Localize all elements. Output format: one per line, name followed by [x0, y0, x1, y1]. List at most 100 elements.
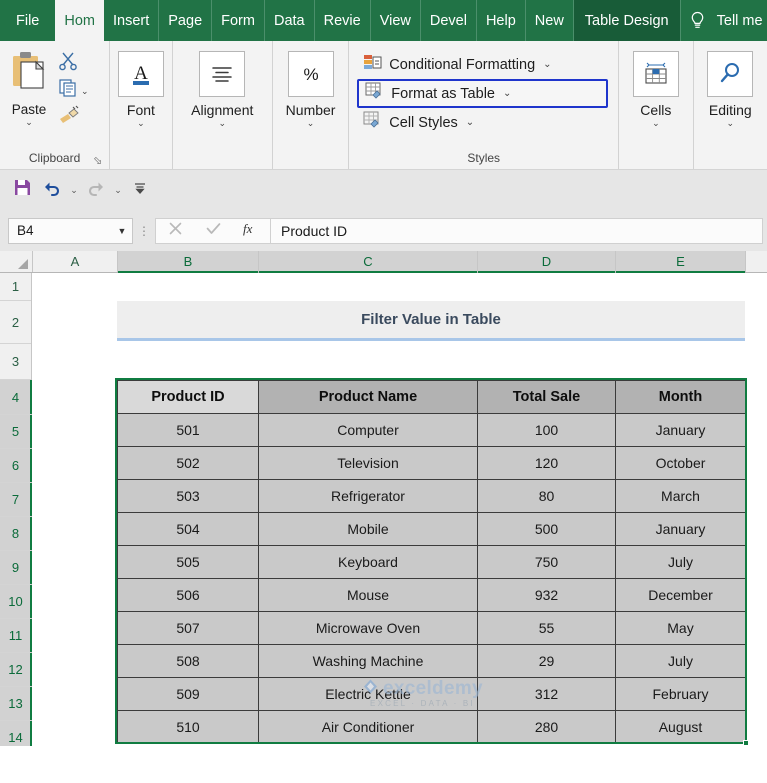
column-header-b[interactable]: B [118, 251, 259, 273]
cell-product-id[interactable]: 501 [117, 413, 259, 447]
cell-total-sale[interactable]: 55 [477, 611, 616, 645]
select-all-corner[interactable] [0, 251, 33, 272]
cancel-button[interactable] [156, 219, 194, 243]
cell-month[interactable]: January [615, 413, 746, 447]
name-box-dropdown-icon[interactable]: ▼ [112, 226, 132, 236]
row-header-11[interactable]: 11 [0, 619, 32, 653]
number-button[interactable]: % Number ⌄ [273, 45, 348, 128]
tab-file[interactable]: File [0, 0, 55, 41]
cell-product-id[interactable]: 503 [117, 479, 259, 513]
chevron-down-icon[interactable]: ⌄ [307, 119, 315, 128]
tab-formulas[interactable]: Form [212, 0, 265, 41]
tab-home[interactable]: Hom [55, 0, 104, 41]
clipboard-dialog-launcher-icon[interactable]: ⬂ [93, 155, 105, 167]
cell-product-id[interactable]: 508 [117, 644, 259, 678]
row-header-2[interactable]: 2 [0, 301, 31, 344]
conditional-formatting-button[interactable]: Conditional Formatting ⌄ [357, 51, 618, 78]
enter-button[interactable] [194, 219, 232, 243]
chevron-down-icon[interactable]: ⌄ [652, 119, 660, 128]
row-header-9[interactable]: 9 [0, 551, 32, 585]
row-header-3[interactable]: 3 [0, 344, 31, 380]
row-header-7[interactable]: 7 [0, 483, 32, 517]
table-header-total-sale[interactable]: Total Sale [477, 380, 616, 414]
cell-month[interactable]: December [615, 578, 746, 612]
chevron-down-icon[interactable]: ⌄ [503, 88, 511, 99]
row-header-8[interactable]: 8 [0, 517, 32, 551]
tab-developer[interactable]: Devel [421, 0, 477, 41]
cell-product-id[interactable]: 509 [117, 677, 259, 711]
tab-help[interactable]: Help [477, 0, 526, 41]
cell-total-sale[interactable]: 280 [477, 710, 616, 744]
name-box[interactable]: B4 ▼ [8, 217, 133, 244]
cell-total-sale[interactable]: 120 [477, 446, 616, 480]
cell-styles-button[interactable]: Cell Styles ⌄ [357, 109, 618, 136]
table-header-month[interactable]: Month [615, 380, 746, 414]
cell-product-name[interactable]: Computer [258, 413, 478, 447]
tab-data[interactable]: Data [265, 0, 315, 41]
formula-input[interactable]: Product ID [270, 217, 763, 244]
row-header-10[interactable]: 10 [0, 585, 32, 619]
cell-product-name[interactable]: Electric Kettle [258, 677, 478, 711]
cell-product-name[interactable]: Washing Machine [258, 644, 478, 678]
undo-dropdown-icon[interactable]: ⌄ [68, 185, 80, 196]
cell-month[interactable]: October [615, 446, 746, 480]
format-painter-button[interactable] [58, 105, 89, 129]
cell-total-sale[interactable]: 500 [477, 512, 616, 546]
tab-insert[interactable]: Insert [104, 0, 160, 41]
cut-button[interactable] [58, 51, 89, 75]
cell-total-sale[interactable]: 312 [477, 677, 616, 711]
column-header-c[interactable]: C [259, 251, 478, 273]
cells-button[interactable]: Cells ⌄ [619, 45, 692, 128]
chevron-down-icon[interactable]: ⌄ [727, 119, 735, 128]
chevron-down-icon[interactable]: ⌄ [137, 119, 145, 128]
row-header-13[interactable]: 13 [0, 687, 32, 721]
table-header-product-id[interactable]: Product ID [117, 380, 259, 414]
redo-dropdown-icon[interactable]: ⌄ [112, 185, 124, 196]
chevron-down-icon[interactable]: ⌄ [543, 59, 551, 70]
cell-month[interactable]: May [615, 611, 746, 645]
alignment-button[interactable]: Alignment ⌄ [173, 45, 272, 128]
cell-product-name[interactable]: Air Conditioner [258, 710, 478, 744]
cell-month[interactable]: February [615, 677, 746, 711]
cell-total-sale[interactable]: 80 [477, 479, 616, 513]
cell-product-id[interactable]: 507 [117, 611, 259, 645]
editing-button[interactable]: Editing ⌄ [694, 45, 767, 128]
cell-product-id[interactable]: 510 [117, 710, 259, 744]
cell-product-name[interactable]: Mobile [258, 512, 478, 546]
sheet-surface[interactable]: Filter Value in Table Product ID Product… [32, 273, 767, 746]
cell-product-id[interactable]: 505 [117, 545, 259, 579]
column-header-a[interactable]: A [33, 251, 118, 272]
column-header-d[interactable]: D [478, 251, 616, 273]
tab-view[interactable]: View [371, 0, 421, 41]
chevron-down-icon[interactable]: ⌄ [81, 86, 89, 95]
cell-product-name[interactable]: Mouse [258, 578, 478, 612]
cell-product-id[interactable]: 504 [117, 512, 259, 546]
cell-month[interactable]: August [615, 710, 746, 744]
paste-button[interactable]: Paste ⌄ [0, 45, 58, 127]
cell-product-name[interactable]: Microwave Oven [258, 611, 478, 645]
cell-total-sale[interactable]: 750 [477, 545, 616, 579]
undo-button[interactable] [38, 176, 66, 204]
cell-total-sale[interactable]: 932 [477, 578, 616, 612]
row-header-1[interactable]: 1 [0, 273, 31, 301]
row-header-5[interactable]: 5 [0, 415, 32, 449]
sheet-title-cell[interactable]: Filter Value in Table [117, 301, 745, 341]
cell-month[interactable]: January [615, 512, 746, 546]
row-header-6[interactable]: 6 [0, 449, 32, 483]
tab-table-design[interactable]: Table Design [573, 0, 681, 41]
row-header-14[interactable]: 14 [0, 721, 32, 746]
cell-product-id[interactable]: 506 [117, 578, 259, 612]
cell-total-sale[interactable]: 100 [477, 413, 616, 447]
copy-button[interactable]: ⌄ [58, 78, 89, 102]
chevron-down-icon[interactable]: ⌄ [25, 118, 33, 127]
cell-total-sale[interactable]: 29 [477, 644, 616, 678]
chevron-down-icon[interactable]: ⌄ [466, 117, 474, 128]
customize-quick-access-toolbar-button[interactable] [126, 176, 154, 204]
tab-new-tab[interactable]: New [526, 0, 574, 41]
fill-handle[interactable] [743, 740, 749, 746]
tell-me-area[interactable]: Tell me [687, 0, 763, 41]
cell-product-name[interactable]: Keyboard [258, 545, 478, 579]
cell-product-name[interactable]: Refrigerator [258, 479, 478, 513]
chevron-down-icon[interactable]: ⌄ [218, 119, 226, 128]
column-header-e[interactable]: E [616, 251, 746, 273]
